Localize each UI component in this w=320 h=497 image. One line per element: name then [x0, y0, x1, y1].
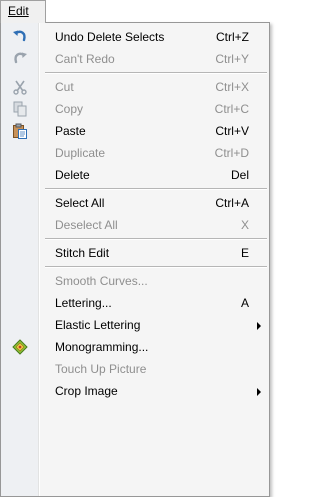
edit-dropdown-menu: Undo Delete Selects Ctrl+Z Can't Redo Ct…	[0, 22, 270, 497]
menu-item-cut-label: Cut	[55, 80, 74, 94]
menu-item-undo-label: Undo Delete Selects	[55, 30, 165, 44]
menu-item-lettering-label: Lettering...	[55, 296, 112, 310]
menu-item-redo-shortcut: Ctrl+Y	[215, 52, 249, 66]
menu-item-monogramming-label: Monogramming...	[55, 340, 149, 354]
menu-item-paste-label: Paste	[55, 124, 86, 138]
monogram-diamond-icon	[12, 339, 28, 355]
menu-item-redo-label: Can't Redo	[55, 52, 115, 66]
menu-item-select-all-shortcut: Ctrl+A	[215, 196, 249, 210]
menu-item-copy-shortcut: Ctrl+C	[214, 102, 249, 116]
menu-item-delete-label: Delete	[55, 168, 90, 182]
menu-item-smooth-curves: Smooth Curves...	[1, 270, 269, 292]
menu-item-stitch-edit[interactable]: Stitch Edit E	[1, 242, 269, 264]
menu-item-lettering[interactable]: Lettering... A	[1, 292, 269, 314]
clipboard-icon	[12, 123, 28, 139]
menu-item-touch-up-picture: Touch Up Picture	[1, 358, 269, 380]
menu-item-copy-label: Copy	[55, 102, 84, 116]
menu-item-touch-up-picture-label: Touch Up Picture	[55, 362, 147, 376]
scissors-icon	[12, 79, 28, 95]
menu-item-cut-shortcut: Ctrl+X	[215, 80, 249, 94]
menu-item-duplicate-shortcut: Ctrl+D	[214, 146, 249, 160]
menu-item-delete[interactable]: Delete Del	[1, 164, 269, 186]
menu-item-delete-shortcut: Del	[230, 168, 249, 182]
menu-item-paste-shortcut: Ctrl+V	[215, 124, 249, 138]
menu-bar: Edit	[0, 0, 270, 23]
edit-menu-title[interactable]: Edit	[0, 0, 46, 23]
menu-item-crop-image-label: Crop Image	[55, 384, 118, 398]
menu-item-select-all-label: Select All	[55, 196, 105, 210]
menu-item-undo[interactable]: Undo Delete Selects Ctrl+Z	[1, 26, 269, 48]
menu-item-lettering-shortcut: A	[240, 296, 249, 310]
menu-item-paste[interactable]: Paste Ctrl+V	[1, 120, 269, 142]
menu-item-cut: Cut Ctrl+X	[1, 76, 269, 98]
edit-menu-title-label: Edit	[8, 4, 29, 18]
menu-item-elastic-lettering[interactable]: Elastic Lettering	[1, 314, 269, 336]
menu-item-stitch-edit-shortcut: E	[240, 246, 249, 260]
redo-arrow-icon	[12, 51, 28, 67]
undo-arrow-icon	[12, 29, 28, 45]
submenu-arrow-icon	[257, 388, 261, 396]
menu-item-deselect-all-label: Deselect All	[55, 218, 118, 232]
menu-item-monogramming[interactable]: Monogramming...	[1, 336, 269, 358]
menu-item-deselect-all-shortcut: X	[240, 218, 249, 232]
submenu-arrow-icon	[257, 322, 261, 330]
menu-item-select-all[interactable]: Select All Ctrl+A	[1, 192, 269, 214]
menu-item-crop-image[interactable]: Crop Image	[1, 380, 269, 402]
menu-item-duplicate: Duplicate Ctrl+D	[1, 142, 269, 164]
menu-item-copy: Copy Ctrl+C	[1, 98, 269, 120]
menu-item-deselect-all: Deselect All X	[1, 214, 269, 236]
menu-item-stitch-edit-label: Stitch Edit	[55, 246, 110, 260]
menu-item-undo-shortcut: Ctrl+Z	[216, 30, 249, 44]
menu-item-duplicate-label: Duplicate	[55, 146, 106, 160]
menu-item-smooth-curves-label: Smooth Curves...	[55, 274, 148, 288]
menu-item-elastic-lettering-label: Elastic Lettering	[55, 318, 141, 332]
menu-items: Undo Delete Selects Ctrl+Z Can't Redo Ct…	[1, 26, 269, 402]
copy-pages-icon	[12, 101, 28, 117]
menu-item-redo: Can't Redo Ctrl+Y	[1, 48, 269, 70]
